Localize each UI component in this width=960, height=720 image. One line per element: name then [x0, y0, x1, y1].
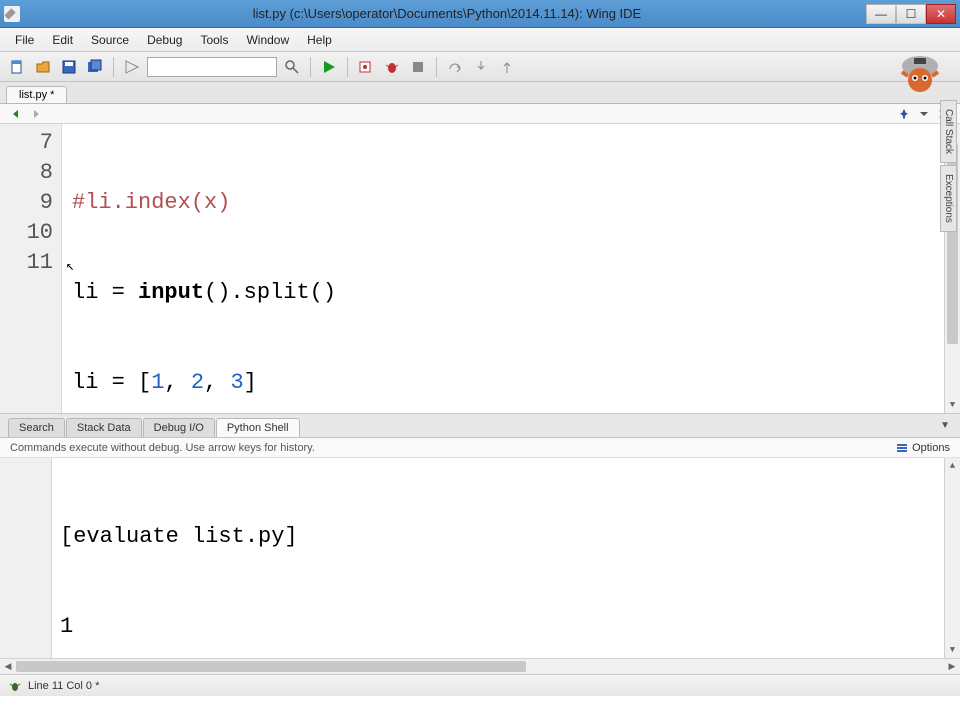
- line-number: 9: [4, 188, 53, 218]
- tool-tabs: Search Stack Data Debug I/O Python Shell…: [0, 414, 960, 438]
- statusbar: Line 11 Col 0 *: [0, 674, 960, 696]
- step-into-icon[interactable]: [470, 56, 492, 78]
- debug-start-icon[interactable]: [355, 56, 377, 78]
- side-tabs: Call Stack Exceptions: [940, 100, 960, 234]
- tab-debug-io[interactable]: Debug I/O: [143, 418, 215, 437]
- menu-help[interactable]: Help: [298, 30, 341, 50]
- shell-body[interactable]: [evaluate list.py] 1 Traceback (most rec…: [52, 458, 960, 658]
- line-number: 7: [4, 128, 53, 158]
- stop-icon[interactable]: [407, 56, 429, 78]
- menu-window[interactable]: Window: [237, 30, 298, 50]
- shell-info-bar: Commands execute without debug. Use arro…: [0, 438, 960, 458]
- minimize-button[interactable]: —: [866, 4, 896, 24]
- shell-vscrollbar[interactable]: ▲ ▼: [944, 458, 960, 658]
- pin-icon[interactable]: [896, 106, 912, 122]
- open-file-icon[interactable]: [32, 56, 54, 78]
- python-shell[interactable]: [evaluate list.py] 1 Traceback (most rec…: [0, 458, 960, 658]
- nav-back-icon[interactable]: [8, 106, 24, 122]
- shell-hint: Commands execute without debug. Use arro…: [10, 442, 315, 454]
- tool-menu-icon[interactable]: ▼: [940, 420, 950, 431]
- debug-bug-icon[interactable]: [381, 56, 403, 78]
- file-tab-active[interactable]: list.py *: [6, 86, 67, 103]
- line-number: 8: [4, 158, 53, 188]
- goto-icon[interactable]: [121, 56, 143, 78]
- options-label: Options: [912, 442, 950, 454]
- code-text: #li.index(x): [72, 190, 230, 215]
- step-out-icon[interactable]: [496, 56, 518, 78]
- search-input[interactable]: [147, 57, 277, 77]
- close-button[interactable]: ✕: [926, 4, 956, 24]
- line-number: 10: [4, 218, 53, 248]
- side-tab-exceptions[interactable]: Exceptions: [940, 165, 957, 232]
- shell-hscrollbar[interactable]: ◀ ▶: [0, 658, 960, 674]
- menu-tools[interactable]: Tools: [191, 30, 237, 50]
- step-over-icon[interactable]: [444, 56, 466, 78]
- menu-source[interactable]: Source: [82, 30, 138, 50]
- code-area[interactable]: #li.index(x) li = input().split() li = […: [62, 124, 960, 413]
- menu-debug[interactable]: Debug: [138, 30, 191, 50]
- save-all-icon[interactable]: [84, 56, 106, 78]
- mouse-cursor-icon: ↖: [66, 252, 74, 282]
- save-icon[interactable]: [58, 56, 80, 78]
- line-number: 11: [4, 248, 53, 278]
- shell-gutter: [0, 458, 52, 658]
- side-tab-callstack[interactable]: Call Stack: [940, 100, 957, 163]
- nav-forward-icon[interactable]: [28, 106, 44, 122]
- tab-python-shell[interactable]: Python Shell: [216, 418, 300, 437]
- shell-options-button[interactable]: Options: [896, 442, 950, 454]
- scroll-up-icon[interactable]: ▲: [945, 458, 960, 474]
- menu-edit[interactable]: Edit: [43, 30, 82, 50]
- scroll-thumb[interactable]: [16, 661, 526, 672]
- status-bug-icon: [8, 679, 22, 693]
- code-editor[interactable]: 7 8 9 10 11 #li.index(x) li = input().sp…: [0, 124, 960, 414]
- search-icon[interactable]: [281, 56, 303, 78]
- options-icon: [896, 442, 908, 454]
- window-title: list.py (c:\Users\operator\Documents\Pyt…: [28, 6, 866, 21]
- line-gutter: 7 8 9 10 11: [0, 124, 62, 413]
- menu-file[interactable]: File: [6, 30, 43, 50]
- maximize-button[interactable]: ☐: [896, 4, 926, 24]
- editor-nav: [0, 104, 960, 124]
- scroll-left-icon[interactable]: ◀: [0, 659, 16, 675]
- menubar: File Edit Source Debug Tools Window Help: [0, 28, 960, 52]
- scroll-down-icon[interactable]: ▼: [945, 397, 960, 413]
- run-icon[interactable]: [318, 56, 340, 78]
- scroll-right-icon[interactable]: ▶: [944, 659, 960, 675]
- scroll-down-icon[interactable]: ▼: [945, 642, 960, 658]
- file-tabs: list.py *: [0, 82, 960, 104]
- new-file-icon[interactable]: [6, 56, 28, 78]
- wing-logo-icon: [890, 48, 950, 98]
- tab-search[interactable]: Search: [8, 418, 65, 437]
- shell-line: [evaluate list.py]: [60, 522, 952, 552]
- toolbar: [0, 52, 960, 82]
- app-icon: [4, 6, 20, 22]
- status-text: Line 11 Col 0 *: [28, 680, 99, 692]
- tab-stack-data[interactable]: Stack Data: [66, 418, 142, 437]
- shell-line: 1: [60, 612, 952, 642]
- menu-dropdown-icon[interactable]: [916, 106, 932, 122]
- titlebar: list.py (c:\Users\operator\Documents\Pyt…: [0, 0, 960, 28]
